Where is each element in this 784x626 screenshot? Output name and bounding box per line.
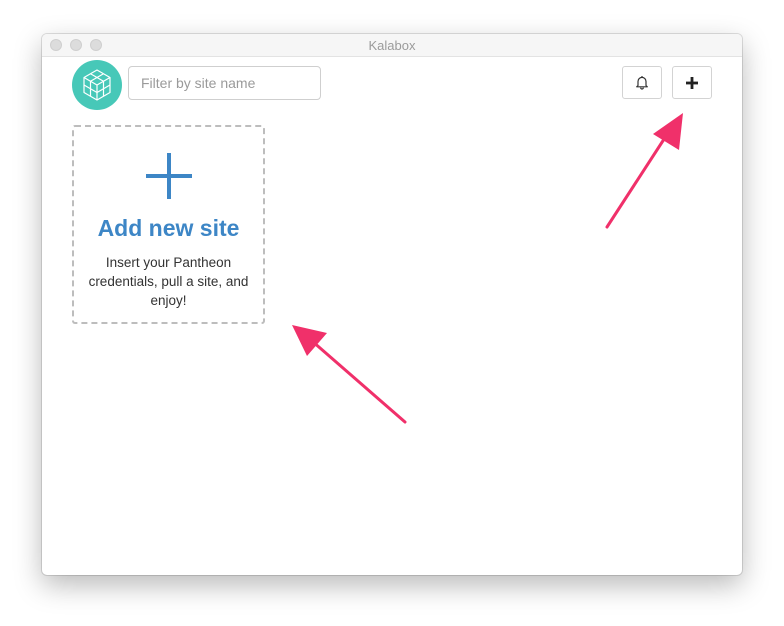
plus-icon	[145, 153, 192, 199]
add-new-site-card[interactable]: Add new site Insert your Pantheon creden…	[72, 125, 265, 324]
add-site-button[interactable]	[672, 66, 712, 99]
add-new-site-title: Add new site	[97, 215, 240, 241]
bell-icon	[636, 76, 648, 90]
site-filter-input[interactable]	[128, 66, 321, 100]
kalabox-logo-icon	[72, 60, 122, 110]
app-window: Kalabox Add new site I	[42, 34, 742, 575]
add-new-site-description: Insert your Pantheon credentials, pull a…	[88, 255, 249, 308]
window-title: Kalabox	[368, 38, 416, 53]
notifications-button[interactable]	[622, 66, 662, 99]
plus-icon	[686, 76, 698, 89]
title-bar: Kalabox	[42, 34, 742, 57]
